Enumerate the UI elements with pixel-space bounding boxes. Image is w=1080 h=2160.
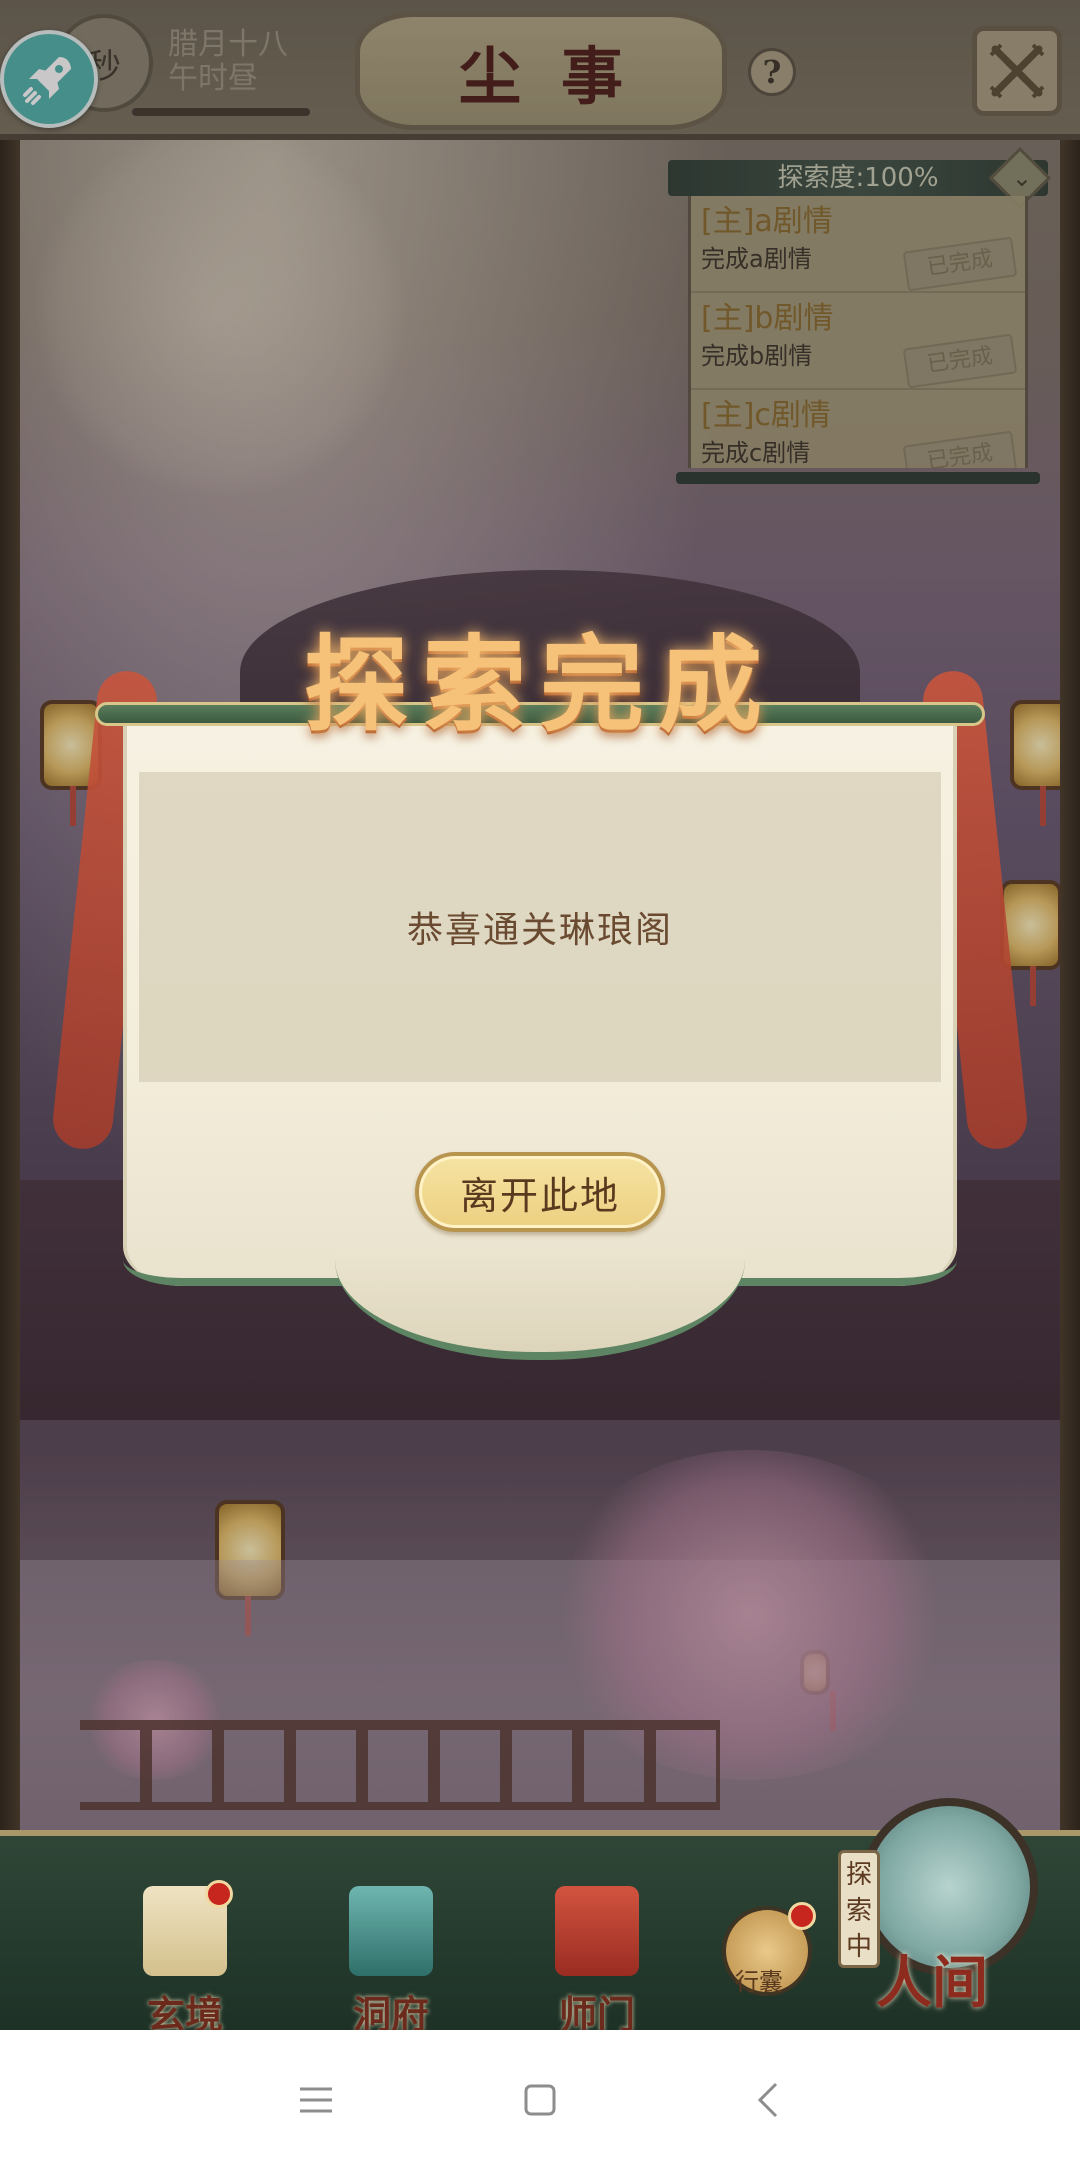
recent-apps-button[interactable] [286,2070,346,2130]
menu-icon [300,2087,332,2113]
banner-icon [555,1886,639,1976]
nav-item-xuanjing[interactable]: 玄境 [120,1880,250,2037]
dialog-message-box: 恭喜通关琳琅阁 [139,772,941,1082]
scroll-icon [143,1880,233,1976]
notification-badge [205,1880,233,1908]
dialog-scroll-bottom [335,1250,745,1360]
leave-button[interactable]: 离开此地 [415,1152,665,1232]
system-nav-bar [0,2030,1080,2160]
dialog-title: 探索完成 [303,623,776,746]
world-label: 人间 [876,1950,988,2016]
nav-item-shimen[interactable]: 师门 [532,1886,662,2037]
exploring-tag: 探索中 [838,1850,880,1968]
home-button[interactable] [510,2070,570,2130]
exploring-tag-text: 探索中 [846,1860,873,1962]
nav-item-dongfu[interactable]: 洞府 [326,1886,456,2037]
pavilion-icon [349,1886,433,1976]
completion-dialog: 探索完成 恭喜通关琳琅阁 离开此地 [50,560,1030,1380]
notification-badge [788,1902,816,1930]
dialog-message: 恭喜通关琳琅阁 [406,910,673,951]
back-chevron-icon [757,2082,778,2118]
home-square-icon [524,2084,556,2116]
bag-label: 行囊 [735,1968,783,1996]
leave-button-label: 离开此地 [459,1173,620,1218]
back-button[interactable] [738,2070,798,2130]
